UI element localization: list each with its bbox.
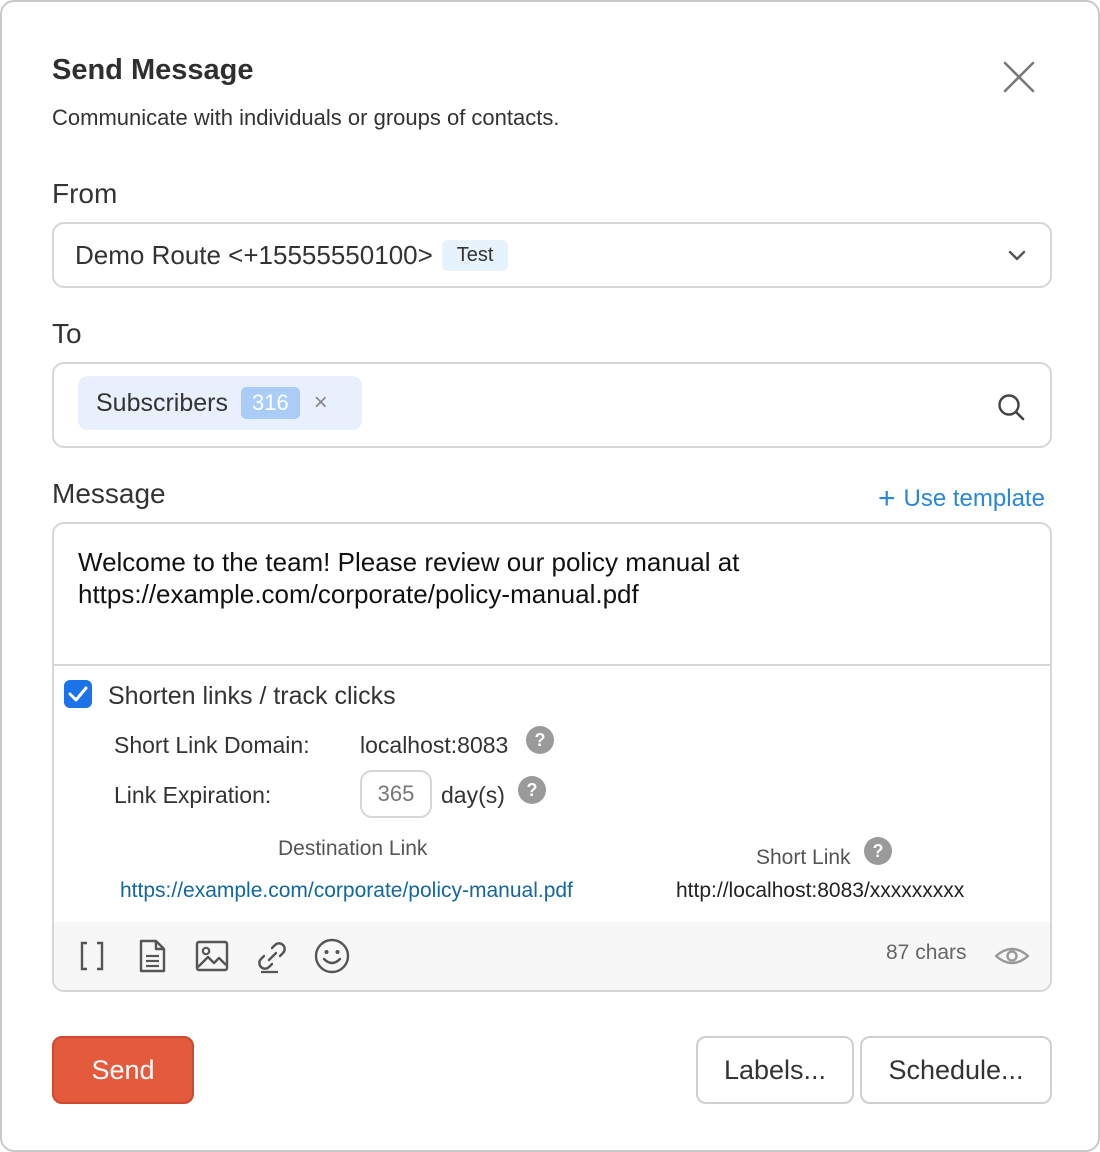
document-icon[interactable]	[134, 938, 170, 974]
plus-icon: +	[878, 482, 896, 515]
from-label: From	[52, 178, 118, 209]
svg-text:?: ?	[535, 730, 546, 750]
link-icon[interactable]	[254, 938, 290, 974]
check-icon	[68, 686, 88, 702]
short-link-domain-label: Short Link Domain:	[114, 732, 310, 758]
chip-remove-icon[interactable]: ×	[314, 391, 328, 415]
svg-text:?: ?	[527, 780, 538, 800]
shorten-links-checkbox[interactable]	[64, 680, 92, 708]
labels-button[interactable]: Labels...	[696, 1036, 854, 1104]
schedule-button[interactable]: Schedule...	[860, 1036, 1052, 1104]
recipient-input[interactable]: Subscribers 316 ×	[52, 362, 1052, 448]
search-icon[interactable]	[996, 392, 1026, 422]
to-label: To	[52, 318, 82, 349]
svg-text:?: ?	[873, 841, 884, 861]
brackets-icon[interactable]	[74, 938, 110, 974]
dialog-subtitle: Communicate with individuals or groups o…	[52, 105, 560, 130]
send-button[interactable]: Send	[52, 1036, 194, 1104]
link-expiration-label: Link Expiration:	[114, 782, 272, 808]
destination-link-header: Destination Link	[278, 837, 428, 860]
send-message-dialog: Send Message Communicate with individual…	[0, 0, 1100, 1152]
chip-label: Subscribers	[96, 388, 228, 417]
close-icon[interactable]	[998, 56, 1040, 98]
help-icon[interactable]: ?	[518, 776, 546, 804]
chip-count-badge: 316	[241, 387, 300, 419]
shorten-links-label: Shorten links / track clicks	[108, 682, 396, 710]
emoji-icon[interactable]	[314, 938, 350, 974]
test-tag: Test	[441, 239, 509, 271]
destination-link[interactable]: https://example.com/corporate/policy-man…	[120, 879, 573, 903]
expiration-unit: day(s)	[441, 782, 505, 808]
message-textarea[interactable]: Welcome to the team! Please review our p…	[78, 546, 1018, 610]
image-icon[interactable]	[194, 938, 230, 974]
short-link-header: Short Link	[756, 846, 851, 869]
short-link-value: http://localhost:8083/xxxxxxxxx	[676, 879, 965, 902]
character-count: 87 chars	[886, 941, 967, 964]
from-select[interactable]: Demo Route <+15555550100> Test	[52, 222, 1052, 288]
help-icon[interactable]: ?	[526, 726, 554, 754]
recipient-chip: Subscribers 316 ×	[78, 376, 362, 430]
eye-icon[interactable]	[994, 938, 1030, 974]
message-box: Welcome to the team! Please review our p…	[52, 522, 1052, 992]
chevron-down-icon	[1008, 250, 1026, 261]
link-expiration-input[interactable]: 365	[360, 770, 432, 818]
use-template-label: Use template	[903, 485, 1045, 512]
use-template-link[interactable]: + Use template	[878, 484, 1045, 514]
message-toolbar: 87 chars	[54, 922, 1050, 990]
from-selected-value: Demo Route <+15555550100>	[75, 239, 433, 270]
divider	[54, 664, 1050, 666]
dialog-title: Send Message	[52, 54, 254, 86]
message-label: Message	[52, 478, 166, 509]
help-icon[interactable]: ?	[864, 837, 892, 865]
short-link-domain-value: localhost:8083	[360, 732, 509, 758]
